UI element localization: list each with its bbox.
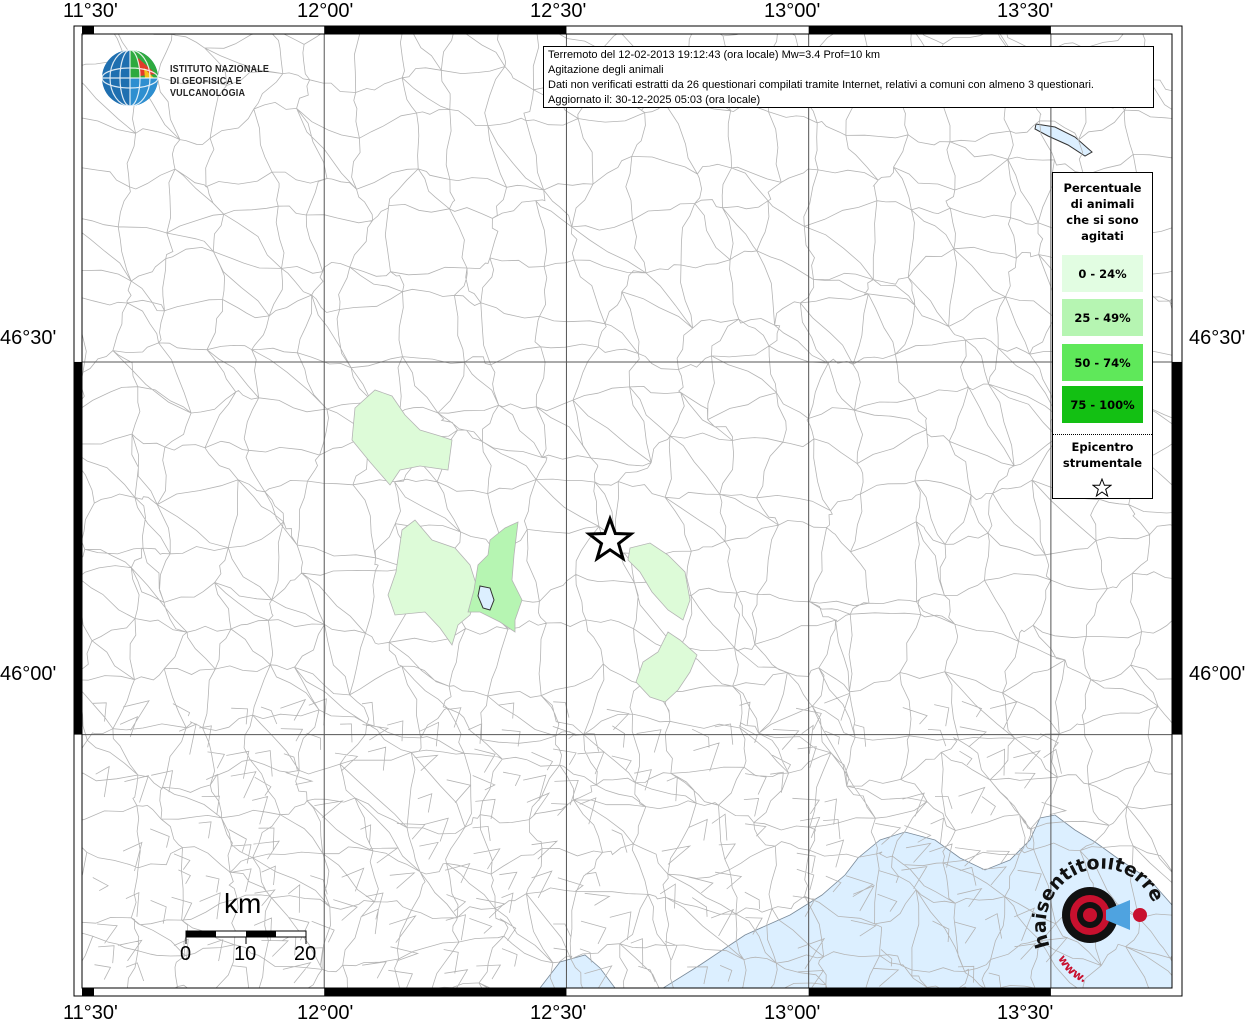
- frame-segment: [808, 988, 1051, 996]
- legend-item-75-100: 75 - 100%: [1062, 386, 1143, 423]
- info-line-parameter: Agitazione degli animali: [548, 64, 664, 76]
- legend-epicenter-line: Epicentro: [1071, 440, 1134, 454]
- lon-label-bottom-1: 11°30': [63, 1002, 118, 1024]
- lon-label-top-1: 11°30': [63, 0, 118, 22]
- scale-tick-10: 10: [234, 943, 257, 965]
- ingv-logo: ISTITUTO NAZIONALE DI GEOFISICA E VULCAN…: [100, 48, 320, 108]
- lat-label-right-1: 46°30': [1189, 327, 1246, 349]
- legend-title-line: che si sono: [1066, 213, 1139, 227]
- lat-label-left-1: 46°30': [0, 327, 57, 349]
- lon-label-top-3: 12°30': [530, 0, 587, 22]
- legend-title-line: agitati: [1081, 229, 1124, 243]
- frame-segment: [324, 26, 567, 34]
- scale-tick-0: 0: [180, 943, 192, 965]
- ingv-globe-icon: [101, 49, 159, 107]
- info-line-source: Dati non verificati estratti da 26 quest…: [548, 79, 1094, 91]
- lon-label-top-2: 12°00': [297, 0, 354, 22]
- legend-item-25-49: 25 - 49%: [1062, 299, 1143, 336]
- haisentito-logo: haisentitoilterremoto.it www.: [1028, 858, 1168, 986]
- lon-label-bottom-3: 12°30': [530, 1002, 587, 1024]
- lon-label-top-5: 13°30': [997, 0, 1054, 22]
- frame-segment: [324, 988, 567, 996]
- ingv-name: ISTITUTO NAZIONALE DI GEOFISICA E VULCAN…: [170, 64, 305, 100]
- ingv-name-line2: DI GEOFISICA E VULCANOLOGIA: [170, 76, 246, 99]
- frame-segment: [74, 361, 82, 735]
- legend-title-line: Percentuale: [1063, 181, 1142, 195]
- frame-segment: [808, 26, 1051, 34]
- frame-segment: [1172, 361, 1182, 735]
- lon-label-bottom-2: 12°00': [297, 1002, 354, 1024]
- legend-item-50-74: 50 - 74%: [1062, 344, 1143, 381]
- frame-segment: [82, 26, 94, 34]
- legend-title-line: di animali: [1070, 197, 1135, 211]
- lat-label-left-2: 46°00': [0, 663, 57, 685]
- map-info-box: Terremoto del 12-02-2013 19:12:43 (ora l…: [543, 46, 1154, 108]
- legend-title: Percentuale di animali che si sono agita…: [1053, 180, 1152, 244]
- scale-unit-label: km: [224, 888, 262, 919]
- frame-segment: [82, 988, 94, 996]
- target-megaphone-icon: [1062, 887, 1147, 943]
- scale-tick-20: 20: [294, 943, 317, 965]
- lat-label-right-2: 46°00': [1189, 663, 1246, 685]
- lon-label-top-4: 13°00': [764, 0, 821, 22]
- haisentito-www: www.: [1055, 952, 1089, 985]
- info-line-updated: Aggiornato il: 30-12-2025 05:03 (ora loc…: [548, 94, 761, 106]
- star-icon: [1092, 478, 1112, 498]
- lon-label-bottom-5: 13°30': [997, 1002, 1054, 1024]
- legend-epicenter-label: Epicentro strumentale: [1053, 439, 1152, 471]
- info-line-event: Terremoto del 12-02-2013 19:12:43 (ora l…: [548, 49, 881, 61]
- ingv-name-line1: ISTITUTO NAZIONALE: [170, 64, 270, 75]
- legend-epicenter-line: strumentale: [1062, 456, 1143, 470]
- legend: Percentuale di animali che si sono agita…: [1052, 172, 1153, 499]
- legend-separator: [1053, 434, 1152, 435]
- legend-item-0-24: 0 - 24%: [1062, 255, 1143, 292]
- lon-label-bottom-4: 13°00': [764, 1002, 821, 1024]
